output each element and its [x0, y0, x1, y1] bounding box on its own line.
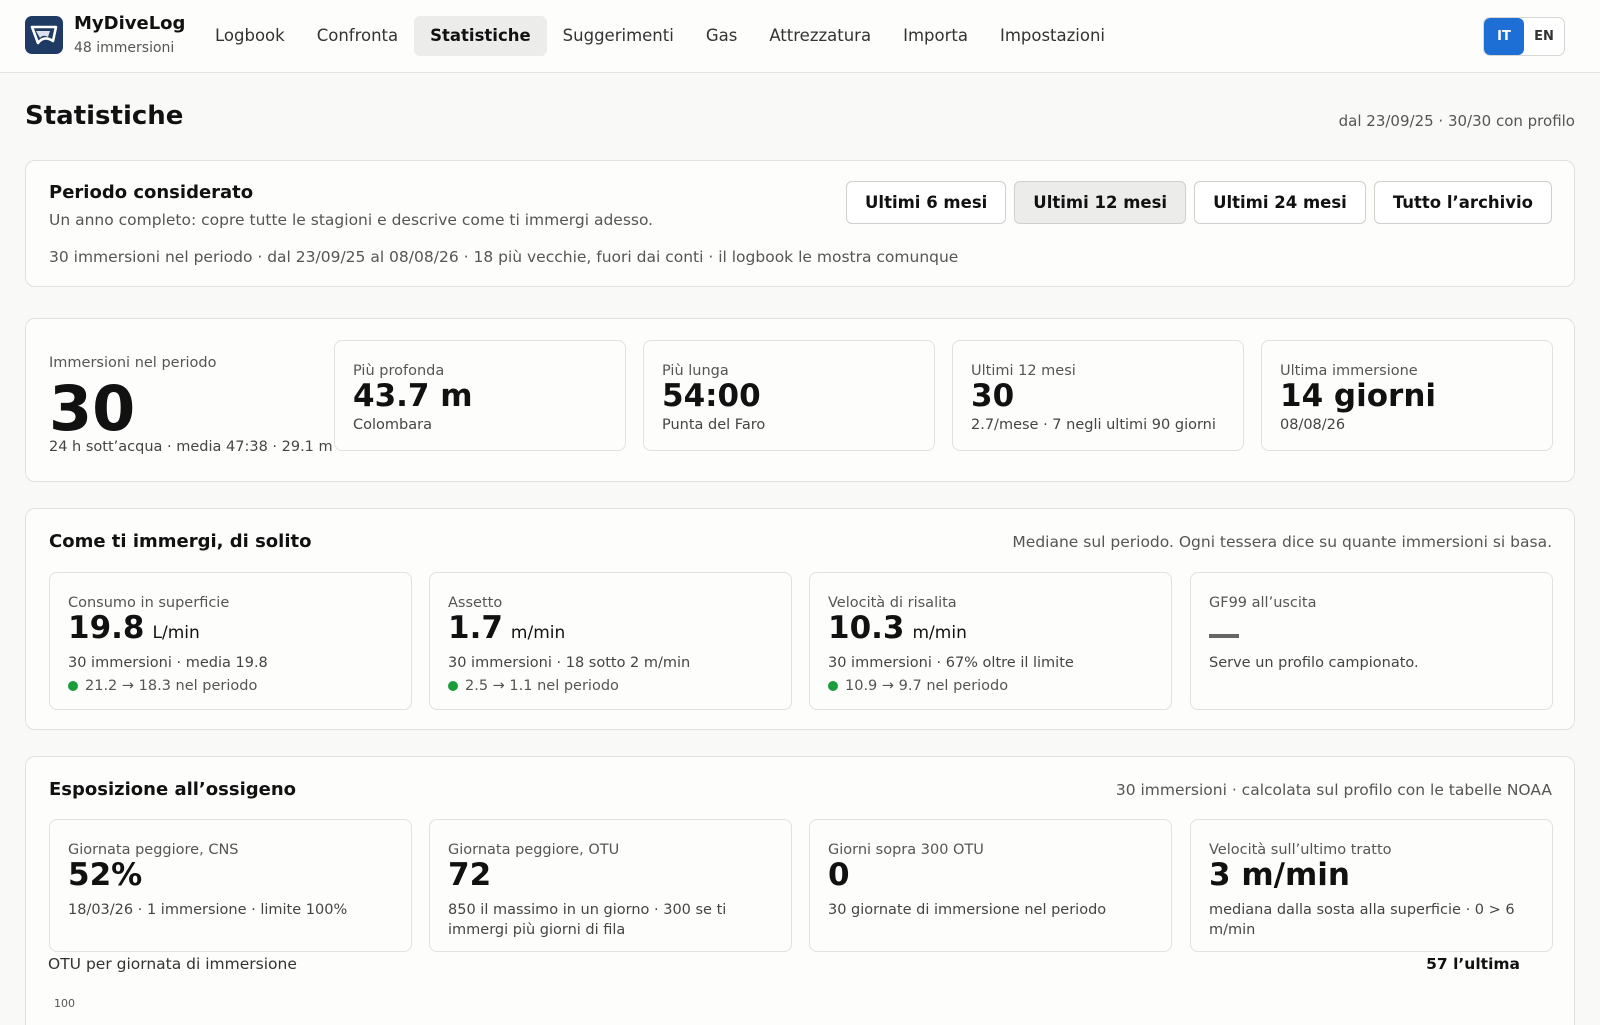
- tile-sub: 30 immersioni · 18 sotto 2 m/min: [448, 655, 691, 671]
- habits-card: Come ti immergi, di solito Mediane sul p…: [25, 508, 1575, 730]
- period-description: Un anno completo: copre tutte le stagion…: [49, 211, 654, 229]
- period-12-months-button[interactable]: Ultimi 12 mesi: [1014, 181, 1187, 224]
- tile-value: 19.8 L/min: [68, 610, 200, 646]
- otu-chart-label: OTU per giornata di immersione: [48, 955, 297, 973]
- oxygen-tile-otu[interactable]: Giornata peggiore, OTU 72 850 il massimo…: [429, 819, 792, 952]
- tile-label: Giorni sopra 300 OTU: [828, 842, 984, 858]
- tile-sub: mediana dalla sosta alla superficie · 0 …: [1209, 902, 1515, 938]
- tile-value: [1209, 609, 1239, 647]
- tile-trend: 21.2 → 18.3 nel periodo: [68, 678, 257, 694]
- period-24-months-button[interactable]: Ultimi 24 mesi: [1194, 181, 1366, 224]
- nav-statistiche[interactable]: Statistiche: [414, 16, 547, 56]
- period-card: Periodo considerato Un anno completo: co…: [25, 160, 1575, 287]
- page-meta: dal 23/09/25 · 30/30 con profilo: [1338, 112, 1575, 130]
- dive-count: 48 immersioni: [74, 40, 175, 56]
- period-all-button[interactable]: Tutto l’archivio: [1373, 181, 1552, 224]
- no-value-dash: [1209, 634, 1239, 638]
- lang-en-button[interactable]: EN: [1524, 18, 1564, 55]
- tile-value: 10.3 m/min: [828, 610, 967, 646]
- tile-unit: L/min: [152, 623, 200, 643]
- otu-chart-last: 57 l’ultima: [1426, 955, 1520, 973]
- tile-value: 43.7 m: [353, 378, 473, 414]
- tile-value: 0: [828, 857, 850, 893]
- tile-sub: 850 il massimo in un giorno · 300 se ti …: [448, 902, 727, 938]
- tile-value: 52%: [68, 857, 143, 893]
- dives-in-period-label: Immersioni nel periodo: [49, 355, 217, 371]
- stat-tile-last-12-months[interactable]: Ultimi 12 mesi 30 2.7/mese · 7 negli ult…: [952, 340, 1244, 451]
- trend-good-icon: [68, 681, 78, 691]
- tile-sub: 30 immersioni · media 19.8: [68, 655, 268, 671]
- period-selector: Ultimi 6 mesi Ultimi 12 mesi Ultimi 24 m…: [846, 181, 1552, 224]
- oxygen-tile-days-over-300[interactable]: Giorni sopra 300 OTU 0 30 giornate di im…: [809, 819, 1172, 952]
- habit-tile-gf99[interactable]: GF99 all’uscita Serve un profilo campion…: [1190, 572, 1553, 710]
- dives-in-period-sub: 24 h sott’acqua · media 47:38 · 29.1 m: [49, 439, 333, 455]
- tile-sub: 2.7/mese · 7 negli ultimi 90 giorni: [971, 417, 1216, 433]
- nav-importa[interactable]: Importa: [887, 16, 984, 56]
- dive-mask-icon: [30, 25, 58, 45]
- stat-tile-last-dive[interactable]: Ultima immersione 14 giorni 08/08/26: [1261, 340, 1553, 451]
- tile-sub: Serve un profilo campionato.: [1209, 655, 1419, 671]
- stat-tile-longest[interactable]: Più lunga 54:00 Punta del Faro: [643, 340, 935, 451]
- tile-value: 14 giorni: [1280, 378, 1437, 414]
- oxygen-tile-cns[interactable]: Giornata peggiore, CNS 52% 18/03/26 · 1 …: [49, 819, 412, 952]
- summary-card: Immersioni nel periodo 30 24 h sott’acqu…: [25, 318, 1575, 482]
- app-logo[interactable]: [25, 16, 63, 54]
- nav-attrezzatura[interactable]: Attrezzatura: [753, 16, 887, 56]
- period-note: 30 immersioni nel periodo · dal 23/09/25…: [49, 248, 959, 266]
- tile-sub: 30 immersioni · 67% oltre il limite: [828, 655, 1074, 671]
- habit-tile-buoyancy[interactable]: Assetto 1.7 m/min 30 immersioni · 18 sott…: [429, 572, 792, 710]
- app-header: MyDiveLog 48 immersioni Logbook Confront…: [0, 0, 1600, 73]
- nav-impostazioni[interactable]: Impostazioni: [984, 16, 1121, 56]
- tile-value: 54:00: [662, 378, 761, 414]
- oxygen-note: 30 immersioni · calcolata sul profilo co…: [1115, 781, 1552, 799]
- trend-good-icon: [828, 681, 838, 691]
- period-title: Periodo considerato: [49, 182, 254, 203]
- tile-sub: 08/08/26: [1280, 417, 1346, 433]
- period-6-months-button[interactable]: Ultimi 6 mesi: [846, 181, 1007, 224]
- nav-confronta[interactable]: Confronta: [301, 16, 414, 56]
- oxygen-tile-final-ascent[interactable]: Velocità sull’ultimo tratto 3 m/min medi…: [1190, 819, 1553, 952]
- habits-note: Mediane sul periodo. Ogni tessera dice s…: [1012, 533, 1552, 551]
- lang-it-button[interactable]: IT: [1484, 18, 1524, 55]
- tile-sub: Colombara: [353, 417, 432, 433]
- tile-unit: m/min: [912, 623, 967, 643]
- habits-title: Come ti immergi, di solito: [49, 531, 312, 552]
- tile-sub: Punta del Faro: [662, 417, 766, 433]
- tile-trend: 2.5 → 1.1 nel periodo: [448, 678, 619, 694]
- stat-tile-deepest[interactable]: Più profonda 43.7 m Colombara: [334, 340, 626, 451]
- tile-value: 72: [448, 857, 492, 893]
- habit-tile-sac[interactable]: Consumo in superficie 19.8 L/min 30 immer…: [49, 572, 412, 710]
- tile-value: 30: [971, 378, 1015, 414]
- tile-trend: 10.9 → 9.7 nel periodo: [828, 678, 1008, 694]
- brand-name[interactable]: MyDiveLog: [74, 13, 185, 34]
- tile-value: 1.7 m/min: [448, 610, 566, 646]
- oxygen-card: Esposizione all’ossigeno 30 immersioni ·…: [25, 756, 1575, 1025]
- tile-value: 3 m/min: [1209, 857, 1350, 893]
- nav-gas[interactable]: Gas: [690, 16, 754, 56]
- tile-sub: 30 giornate di immersione nel periodo: [828, 902, 1107, 918]
- otu-chart-y-tick: 100: [54, 997, 75, 1010]
- oxygen-title: Esposizione all’ossigeno: [49, 779, 297, 800]
- main-nav: Logbook Confronta Statistiche Suggerimen…: [199, 16, 1121, 56]
- dives-in-period-value: 30: [49, 372, 136, 445]
- nav-suggerimenti[interactable]: Suggerimenti: [547, 16, 690, 56]
- nav-logbook[interactable]: Logbook: [199, 16, 301, 56]
- trend-good-icon: [448, 681, 458, 691]
- tile-unit: m/min: [510, 623, 566, 643]
- habit-tile-ascent-rate[interactable]: Velocità di risalita 10.3 m/min 30 immers…: [809, 572, 1172, 710]
- language-switcher: IT EN: [1483, 17, 1565, 56]
- tile-sub: 18/03/26 · 1 immersione · limite 100%: [68, 902, 348, 918]
- page-title: Statistiche: [25, 101, 184, 131]
